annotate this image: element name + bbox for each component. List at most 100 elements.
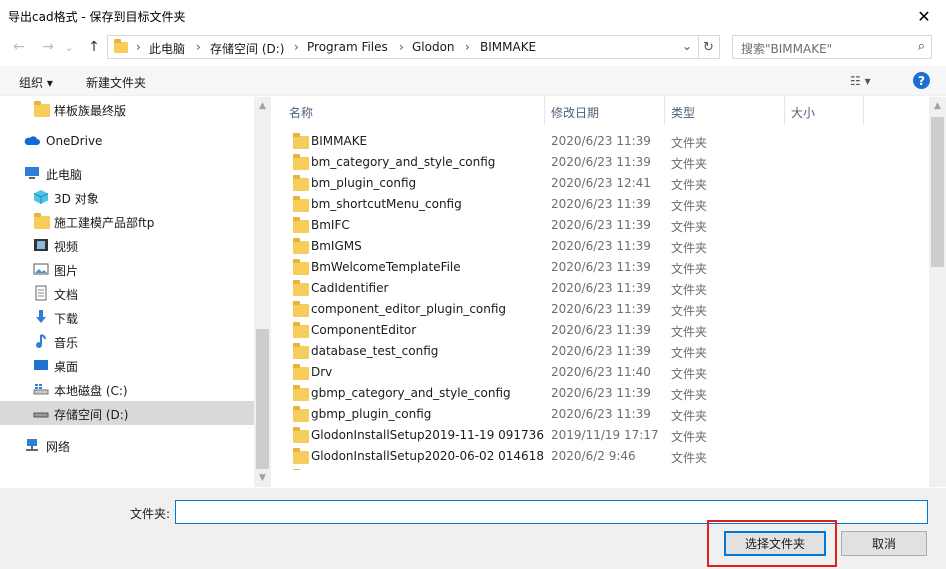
file-type: 文件夹: [671, 220, 708, 234]
folder-icon: [293, 259, 309, 275]
table-row[interactable]: bm_plugin_config 2020/6/23 12:41 文件夹: [271, 173, 929, 194]
video-icon: [34, 239, 48, 251]
folder-icon: [114, 39, 128, 53]
sidebar-item-ftp[interactable]: 施工建模产品部ftp: [0, 209, 254, 233]
scrollbar-thumb[interactable]: [931, 117, 944, 267]
sidebar-item-downloads[interactable]: 下载: [0, 305, 254, 329]
folder-icon: [293, 301, 309, 317]
file-type: 文件夹: [671, 388, 708, 402]
folder-icon: [293, 238, 309, 254]
table-row[interactable]: BmIFC 2020/6/23 11:39 文件夹: [271, 215, 929, 236]
file-name: gbmp_category_and_style_config: [311, 386, 511, 400]
column-size[interactable]: 大小: [791, 104, 815, 121]
column-date-modified[interactable]: 修改日期: [551, 104, 599, 121]
table-row[interactable]: BmIGMS 2020/6/23 11:39 文件夹: [271, 236, 929, 257]
table-row[interactable]: CadIdentifier 2020/6/23 11:39 文件夹: [271, 278, 929, 299]
sidebar-item-label: 本地磁盘 (C:): [54, 384, 128, 398]
file-name: bm_category_and_style_config: [311, 155, 496, 169]
file-name: CadIdentifier: [311, 281, 389, 295]
table-row[interactable]: GlodonInstallSetup2020-06-02 014618 2020/…: [271, 446, 929, 467]
view-options-icon[interactable]: ☷ ▾: [850, 74, 871, 88]
folder-icon: [293, 133, 309, 149]
cancel-button[interactable]: 取消: [841, 531, 927, 556]
sidebar-item-local-disk-c[interactable]: 本地磁盘 (C:): [0, 377, 254, 401]
refresh-button[interactable]: ↻: [698, 35, 720, 59]
drive-icon: [33, 412, 49, 418]
sidebar-item-documents[interactable]: 文档: [0, 281, 254, 305]
close-button[interactable]: ✕: [902, 0, 946, 32]
table-row[interactable]: bm_category_and_style_config 2020/6/23 11…: [271, 152, 929, 173]
column-name[interactable]: 名称: [289, 104, 313, 121]
sidebar-item-desktop[interactable]: 桌面: [0, 353, 254, 377]
address-bar[interactable]: › 此电脑 › 存储空间 (D:) › Program Files › Glod…: [107, 35, 699, 59]
sidebar-item-label: 文档: [54, 288, 79, 302]
search-icon: ⌕: [917, 39, 925, 54]
forward-button[interactable]: →: [37, 37, 59, 57]
sidebar-item-music[interactable]: 音乐: [0, 329, 254, 353]
file-name: Drv: [311, 365, 333, 379]
file-date-modified: 2020/6/23 11:40: [551, 365, 651, 379]
scroll-up-arrow[interactable]: ▲: [929, 101, 946, 111]
new-folder-button[interactable]: 新建文件夹: [86, 74, 146, 91]
sidebar-item-network[interactable]: 网络: [0, 433, 254, 457]
search-placeholder: 搜索"BIMMAKE": [741, 42, 833, 56]
sidebar-item-videos[interactable]: 视频: [0, 233, 254, 257]
breadcrumb-storage-d[interactable]: 存储空间 (D:): [210, 40, 284, 57]
file-name: BmIFC: [311, 218, 350, 232]
file-type: 文件夹: [671, 325, 708, 339]
address-dropdown-icon[interactable]: ⌄: [682, 39, 692, 53]
table-row[interactable]: BIMMAKE 2020/6/23 11:39 文件夹: [271, 131, 929, 152]
file-list-scrollbar[interactable]: ▲ ▼: [929, 97, 946, 487]
column-type[interactable]: 类型: [671, 104, 695, 121]
help-icon[interactable]: ?: [913, 72, 930, 89]
sidebar-item-this-pc[interactable]: 此电脑: [0, 161, 254, 185]
sidebar-item-label: 样板族最终版: [54, 104, 127, 118]
column-divider[interactable]: [664, 97, 665, 125]
table-row[interactable]: database_test_config 2020/6/23 11:39 文件夹: [271, 341, 929, 362]
sidebar-item-onedrive[interactable]: OneDrive: [0, 129, 254, 153]
breadcrumb-this-pc[interactable]: 此电脑: [149, 40, 185, 57]
scroll-up-arrow[interactable]: ▲: [254, 101, 271, 111]
file-type: 文件夹: [671, 451, 708, 465]
breadcrumb-bimmake[interactable]: BIMMAKE: [480, 40, 536, 54]
file-date-modified: 2020/6/23 11:39: [551, 155, 651, 169]
column-divider[interactable]: [784, 97, 785, 125]
sidebar-item-pictures[interactable]: 图片: [0, 257, 254, 281]
file-name: database_test_config: [311, 344, 439, 358]
table-row[interactable]: Drv 2020/6/23 11:40 文件夹: [271, 362, 929, 383]
folder-icon: [293, 175, 309, 191]
table-row[interactable]: gbmp_category_and_style_config 2020/6/23 …: [271, 383, 929, 404]
sidebar-item-label: 3D 对象: [54, 192, 99, 206]
file-date-modified: 2020/6/2 9:46: [551, 449, 636, 463]
search-input[interactable]: 搜索"BIMMAKE" ⌕: [732, 35, 932, 59]
organize-menu[interactable]: 组织 ▾: [19, 74, 53, 91]
file-name: gbmp_plugin_config: [311, 407, 432, 421]
sidebar-item-storage-d[interactable]: 存储空间 (D:): [0, 401, 254, 425]
table-row[interactable]: GlodonInstallSetup2019-11-19 091736 2019/…: [271, 425, 929, 446]
sort-indicator: ^: [411, 97, 420, 104]
sidebar-item-label: 视频: [54, 240, 79, 254]
table-row[interactable]: BmWelcomeTemplateFile 2020/6/23 11:39 文件夹: [271, 257, 929, 278]
navigation-scrollbar[interactable]: ▲ ▼: [254, 97, 271, 487]
breadcrumb-glodon[interactable]: Glodon: [412, 40, 455, 54]
table-row[interactable]: ComponentEditor 2020/6/23 11:39 文件夹: [271, 320, 929, 341]
sidebar-item-3d-objects[interactable]: 3D 对象: [0, 185, 254, 209]
breadcrumb-program-files[interactable]: Program Files: [307, 40, 388, 54]
file-date-modified: 2020/6/23 11:39: [551, 239, 651, 253]
sidebar-item-label: 存储空间 (D:): [54, 408, 129, 422]
table-row[interactable]: bm_shortcutMenu_config 2020/6/23 11:39 文件夹: [271, 194, 929, 215]
scroll-down-arrow[interactable]: ▼: [254, 473, 271, 483]
folder-icon: [293, 385, 309, 401]
scrollbar-thumb[interactable]: [256, 329, 269, 469]
table-row[interactable]: component_editor_plugin_config 2020/6/23 …: [271, 299, 929, 320]
sidebar-item-template-families[interactable]: 样板族最终版: [0, 97, 254, 121]
column-divider[interactable]: [544, 97, 545, 125]
back-button[interactable]: ←: [8, 37, 30, 57]
column-divider[interactable]: [863, 97, 864, 125]
table-row[interactable]: gbmp_plugin_config 2020/6/23 11:39 文件夹: [271, 404, 929, 425]
file-name: ComponentEditor: [311, 323, 417, 337]
toolbar: 组织 ▾ 新建文件夹 ☷ ▾: [0, 66, 946, 96]
up-button[interactable]: ↑: [83, 37, 105, 57]
recent-locations-dropdown[interactable]: ⌄: [62, 37, 76, 57]
file-type: 文件夹: [671, 430, 708, 444]
